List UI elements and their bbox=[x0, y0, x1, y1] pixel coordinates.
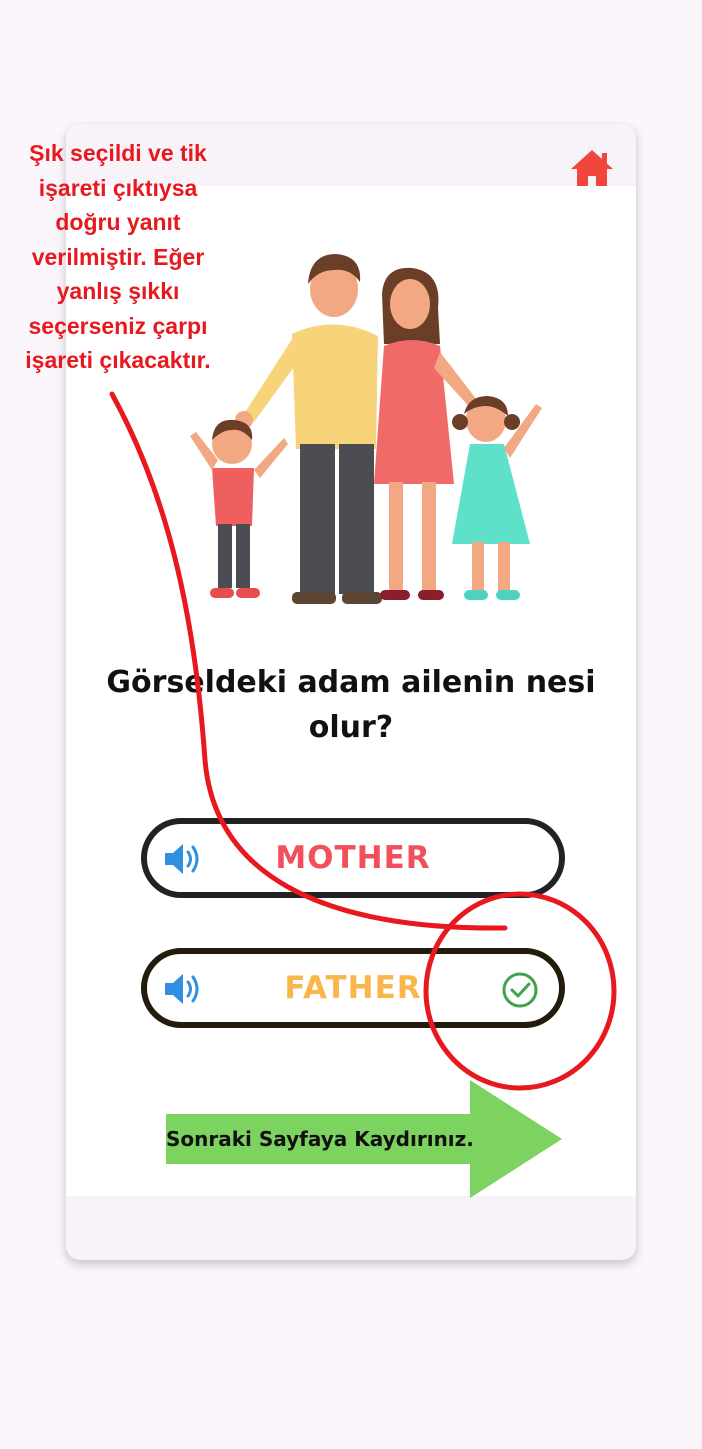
annotation-line: doğru yanıt bbox=[55, 209, 181, 235]
option-father[interactable]: FATHER bbox=[141, 948, 565, 1028]
home-icon bbox=[571, 150, 613, 188]
speaker-icon[interactable] bbox=[163, 841, 203, 877]
annotation-line: yanlış şıkkı bbox=[56, 278, 180, 304]
next-page-arrow[interactable] bbox=[164, 1080, 564, 1198]
question-text: Görseldeki adam ailenin nesi olur? bbox=[86, 660, 616, 750]
annotation-line: işareti çıktıysa bbox=[38, 174, 198, 201]
speaker-icon[interactable] bbox=[163, 971, 203, 1007]
option-label: FATHER bbox=[284, 970, 422, 1006]
option-label: MOTHER bbox=[275, 840, 431, 876]
check-circle-icon bbox=[502, 972, 538, 1008]
annotation-line: işareti çıkacaktır. bbox=[25, 347, 211, 373]
question-line-2: olur? bbox=[308, 710, 394, 745]
option-mother[interactable]: MOTHER bbox=[141, 818, 565, 898]
annotation-line: verilmiştir. Eğer bbox=[31, 243, 205, 270]
annotation-line: Şık seçildi ve tik bbox=[29, 140, 207, 166]
instruction-annotation: Şık seçildi ve tik işareti çıktıysa doğr… bbox=[4, 136, 232, 378]
annotation-line: seçerseniz çarpı bbox=[28, 312, 208, 339]
family-illustration bbox=[190, 254, 542, 604]
question-line-1: Görseldeki adam ailenin nesi bbox=[106, 665, 596, 700]
home-button[interactable] bbox=[569, 148, 615, 190]
